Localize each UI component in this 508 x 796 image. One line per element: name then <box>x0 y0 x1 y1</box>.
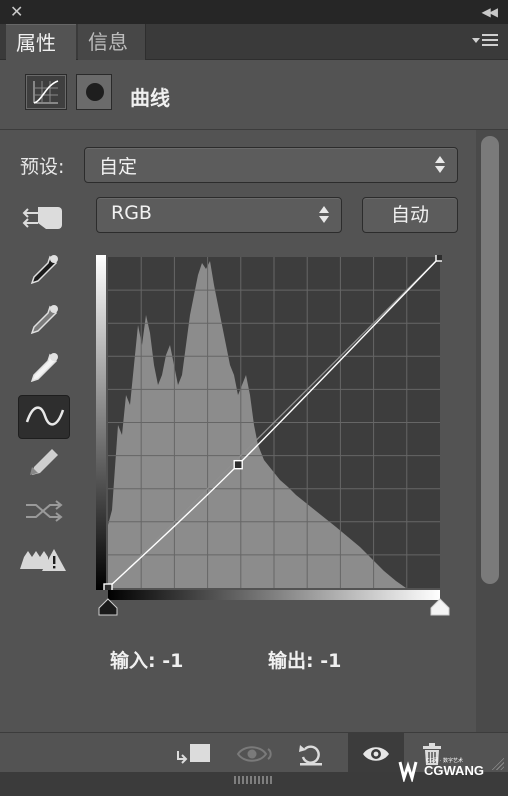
curves-graph[interactable] <box>96 252 445 593</box>
updown-arrows-icon <box>435 156 445 174</box>
channel-select[interactable]: RGB <box>96 197 342 233</box>
preset-label: 预设: <box>20 156 65 178</box>
adjustment-title: 曲线 <box>130 86 170 110</box>
input-readout: 输入: -1 <box>110 646 183 673</box>
curve-control-point[interactable] <box>435 252 445 262</box>
layer-mask-icon[interactable] <box>76 74 112 110</box>
output-label: 输出: <box>268 650 314 672</box>
input-gradient-bar <box>108 590 440 600</box>
input-label: 输入: <box>110 650 156 672</box>
output-gradient-bar <box>96 255 106 590</box>
curve-points-icon[interactable] <box>18 395 70 439</box>
close-panel-icon[interactable]: ✕ <box>10 2 23 22</box>
tab-bar: 属性 信息 <box>0 24 508 60</box>
panel-title-bar: ✕ ◀◀ <box>0 0 508 24</box>
reset-adjustments-icon[interactable] <box>297 741 325 767</box>
tab-info[interactable]: 信息 <box>78 24 146 60</box>
resize-grip[interactable] <box>234 776 272 784</box>
collapse-panel-icon[interactable]: ◀◀ <box>482 3 499 21</box>
input-value[interactable]: -1 <box>162 650 183 672</box>
view-previous-state-icon[interactable] <box>234 741 274 767</box>
gray-point-eyedropper-icon[interactable] <box>18 299 70 343</box>
output-readout: 输出: -1 <box>268 646 341 673</box>
on-image-adjust-icon[interactable] <box>18 195 70 239</box>
scrollbar-thumb[interactable] <box>481 136 499 584</box>
channel-value: RGB <box>111 202 152 224</box>
auto-button[interactable]: 自动 <box>362 197 458 233</box>
curves-adjustment-icon[interactable] <box>25 74 67 110</box>
clip-to-layer-icon[interactable] <box>176 741 210 767</box>
black-point-eyedropper-icon[interactable] <box>18 249 70 293</box>
black-point-slider[interactable] <box>98 598 118 616</box>
curve-control-point[interactable] <box>233 459 243 470</box>
clipping-warning-icon[interactable] <box>18 537 70 581</box>
preset-select[interactable]: 自定 <box>84 147 458 183</box>
preset-value: 自定 <box>99 156 138 178</box>
pencil-draw-icon[interactable] <box>18 441 70 485</box>
tab-properties[interactable]: 属性 <box>6 24 76 60</box>
watermark-logo-icon <box>398 761 418 782</box>
smooth-curve-icon[interactable] <box>18 489 70 533</box>
updown-arrows-icon <box>319 206 329 224</box>
watermark-text: CGWANG <box>424 763 484 778</box>
white-point-slider[interactable] <box>430 598 450 616</box>
output-value[interactable]: -1 <box>320 650 341 672</box>
white-point-eyedropper-icon[interactable] <box>18 347 70 391</box>
panel-menu-icon[interactable] <box>472 33 498 51</box>
adjustment-header: 曲线 <box>0 60 508 130</box>
toggle-visibility-icon[interactable] <box>360 741 392 767</box>
